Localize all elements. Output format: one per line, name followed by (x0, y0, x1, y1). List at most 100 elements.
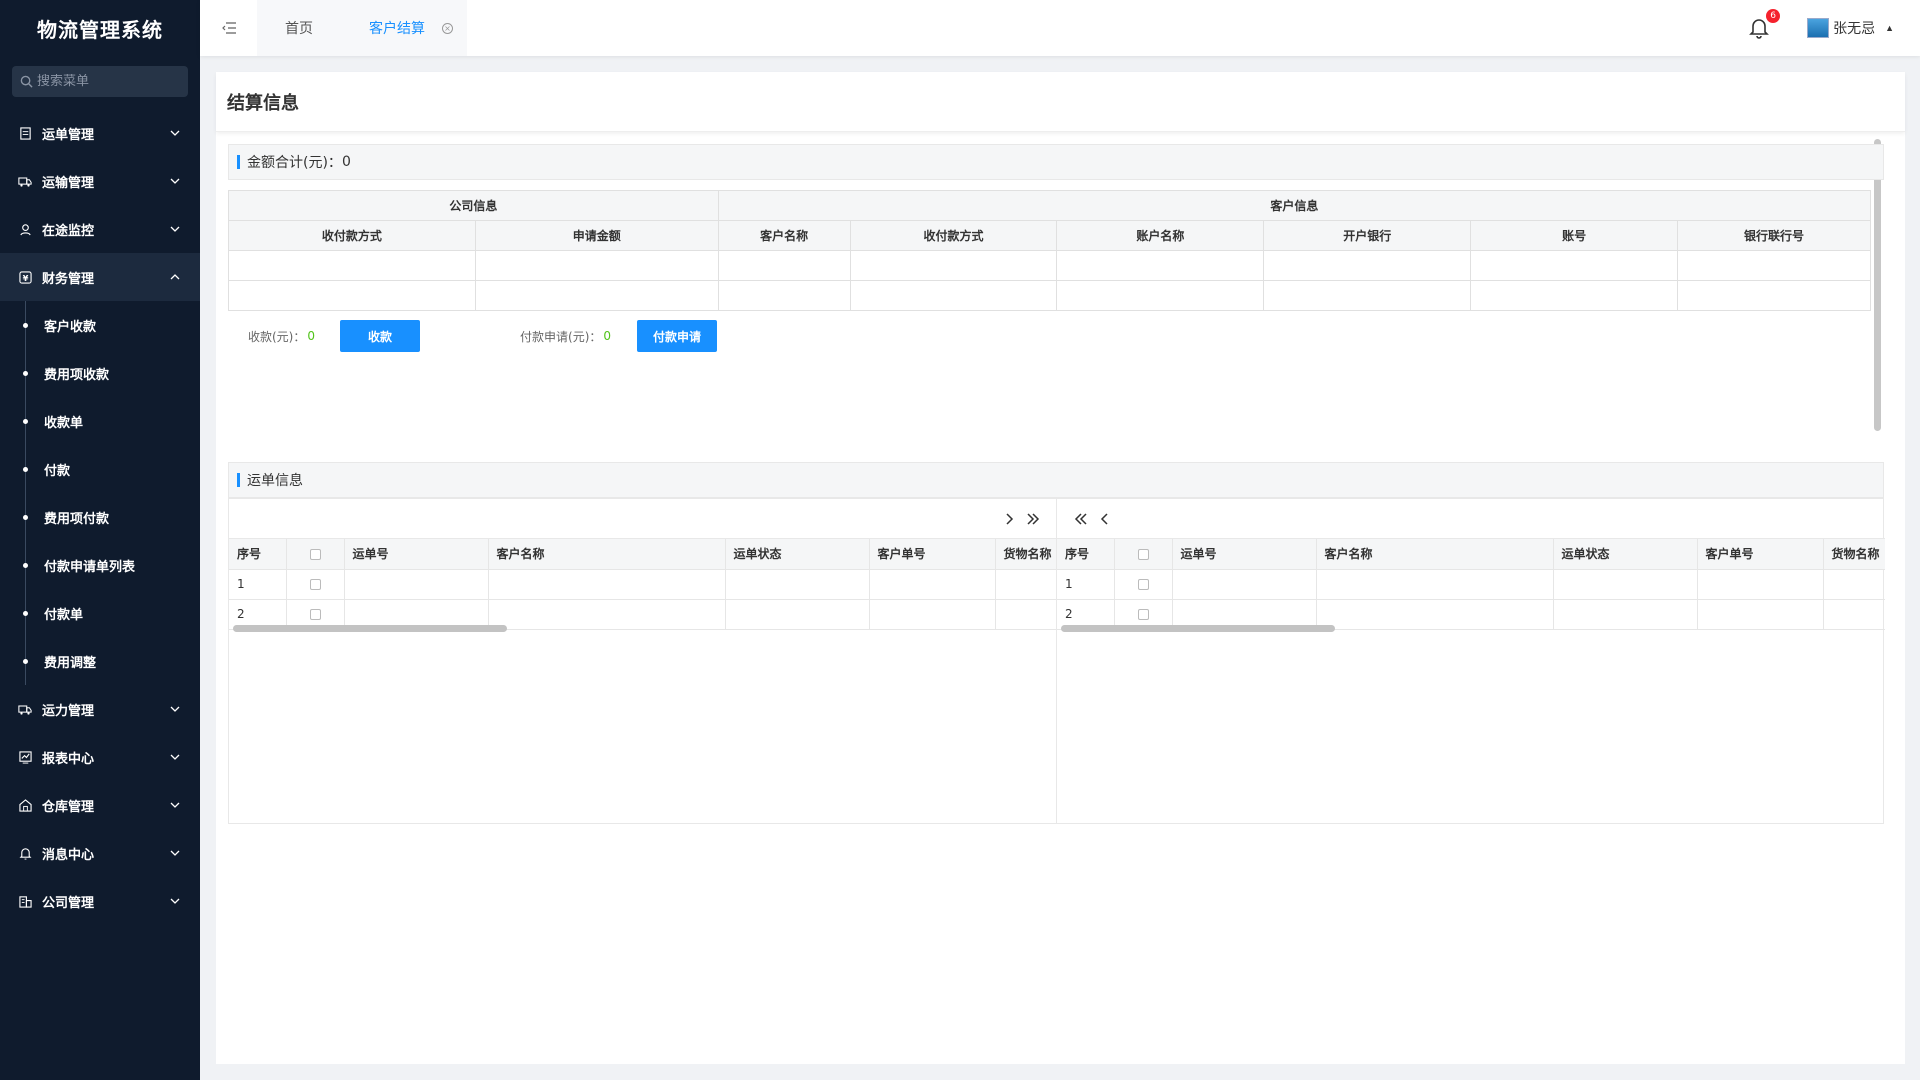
finance-icon: ¥ (18, 270, 32, 284)
bullet-dot (23, 466, 28, 472)
checkbox[interactable] (1137, 579, 1149, 590)
group-header-company: 公司信息 (228, 190, 719, 221)
table-cell (488, 569, 726, 600)
select-all-checkbox[interactable] (286, 539, 345, 570)
table-cell[interactable] (717, 250, 851, 281)
bullet-dot (23, 562, 28, 568)
column-header: 开户银行 (1263, 220, 1472, 251)
username[interactable]: 张无忌 (1833, 18, 1875, 38)
menu-warehouse[interactable]: 仓库管理 (0, 781, 200, 829)
tab-label: 客户结算 (369, 21, 425, 37)
table-cell[interactable] (1677, 250, 1871, 281)
checkbox[interactable] (1137, 548, 1149, 560)
move-right-button[interactable] (997, 509, 1021, 529)
column-header: 收付款方式 (849, 220, 1058, 251)
chevron-down-icon (170, 802, 180, 808)
menu-finance[interactable]: ¥ 财务管理 (0, 253, 200, 301)
chevron-down-icon (170, 754, 180, 760)
sub-fee-adjust[interactable]: 费用调整 (0, 637, 200, 685)
table-row[interactable]: 1 (229, 569, 1056, 600)
table-cell[interactable] (1470, 280, 1679, 311)
sub-fee-receipt[interactable]: 费用项收款 (0, 349, 200, 397)
menu-search[interactable] (12, 66, 188, 97)
tab-customer-settlement[interactable]: 客户结算 × (341, 0, 467, 56)
checkbox[interactable] (1137, 609, 1149, 620)
main-content: 结算信息 金额合计(元)： 0 公司信息 客户信息 收付款方式 申请金额 客户名… (216, 72, 1905, 1064)
chevron-right-icon (1006, 513, 1014, 525)
caret-up-icon[interactable]: ▲ (1885, 23, 1894, 33)
avatar[interactable] (1807, 18, 1830, 38)
notification-button[interactable]: 6 (1749, 9, 1781, 39)
double-chevron-right-icon (1027, 513, 1040, 525)
checkbox[interactable] (309, 579, 321, 590)
checkbox[interactable] (309, 609, 321, 620)
sub-customer-receipt[interactable]: 客户收款 (0, 301, 200, 349)
column-header: 客户名称 (717, 220, 851, 251)
row-checkbox-cell[interactable] (286, 569, 345, 600)
table-cell[interactable] (1263, 250, 1472, 281)
menu-label: 运力管理 (42, 703, 95, 719)
bell-icon (18, 846, 32, 860)
menu-monitor[interactable]: 在途监控 (0, 205, 200, 253)
sub-payment[interactable]: 付款 (0, 445, 200, 493)
horizontal-scrollbar[interactable] (1061, 625, 1335, 632)
menu-company[interactable]: 公司管理 (0, 877, 200, 925)
transfer-toolbar (1057, 499, 1885, 539)
total-label: 金额合计(元)： (247, 155, 342, 171)
table-cell (1316, 599, 1554, 630)
move-left-button[interactable] (1093, 509, 1117, 529)
waybill-table-right: 序号 运单号 客户名称 运单状态 客户单号 货物名称 1 2 (1057, 539, 1885, 630)
collect-button[interactable]: 收款 (340, 320, 421, 352)
table-cell[interactable] (1056, 280, 1265, 311)
table-cell[interactable] (474, 280, 719, 311)
table-cell[interactable] (228, 280, 476, 311)
table-row (228, 250, 1871, 281)
chevron-down-icon (170, 130, 180, 136)
table-cell[interactable] (1677, 280, 1871, 311)
table-cell[interactable] (849, 250, 1058, 281)
sub-payment-request-list[interactable]: 付款申请单列表 (0, 541, 200, 589)
sub-fee-payment[interactable]: 费用项付款 (0, 493, 200, 541)
sub-payment-slip[interactable]: 付款单 (0, 589, 200, 637)
pay-request-button[interactable]: 付款申请 (637, 320, 718, 352)
table-cell[interactable] (1263, 280, 1472, 311)
vertical-scrollbar[interactable] (1874, 139, 1881, 431)
settlement-table: 公司信息 客户信息 收付款方式 申请金额 客户名称 收付款方式 账户名称 开户银… (228, 190, 1872, 311)
menu-message[interactable]: 消息中心 (0, 829, 200, 877)
menu-waybill[interactable]: 运单管理 (0, 109, 200, 157)
table-row[interactable]: 1 (1057, 569, 1885, 600)
sidebar-toggle[interactable] (200, 0, 257, 56)
table-cell (995, 569, 1056, 600)
notification-badge: 6 (1766, 9, 1781, 23)
menu-capacity[interactable]: 运力管理 (0, 685, 200, 733)
table-cell[interactable] (228, 250, 476, 281)
table-cell[interactable] (717, 280, 851, 311)
chevron-down-icon (170, 178, 180, 184)
search-icon (20, 75, 33, 88)
table-cell (869, 599, 996, 630)
close-icon[interactable]: × (442, 23, 453, 34)
move-all-left-button[interactable] (1069, 509, 1093, 529)
table-cell[interactable] (849, 280, 1058, 311)
menu-search-input[interactable] (37, 74, 187, 89)
table-cell[interactable] (1470, 250, 1679, 281)
menu-report[interactable]: 报表中心 (0, 733, 200, 781)
tab-home[interactable]: 首页 (257, 0, 341, 56)
checkbox[interactable] (309, 548, 321, 560)
row-checkbox-cell[interactable] (1114, 569, 1173, 600)
column-header: 申请金额 (474, 220, 719, 251)
table-cell (995, 599, 1056, 630)
sub-label: 费用项付款 (44, 511, 110, 527)
table-cell[interactable] (1056, 250, 1265, 281)
table-cell[interactable] (474, 250, 719, 281)
move-all-right-button[interactable] (1021, 509, 1045, 529)
column-header: 客户名称 (488, 539, 726, 570)
horizontal-scrollbar[interactable] (233, 625, 507, 632)
sub-receipt-list[interactable]: 收款单 (0, 397, 200, 445)
select-all-checkbox[interactable] (1114, 539, 1173, 570)
pay-request-value: 0 (603, 329, 612, 343)
chevron-down-icon (170, 706, 180, 712)
sub-label: 费用调整 (44, 655, 97, 671)
menu-label: 财务管理 (42, 271, 95, 287)
menu-transport[interactable]: 运输管理 (0, 157, 200, 205)
